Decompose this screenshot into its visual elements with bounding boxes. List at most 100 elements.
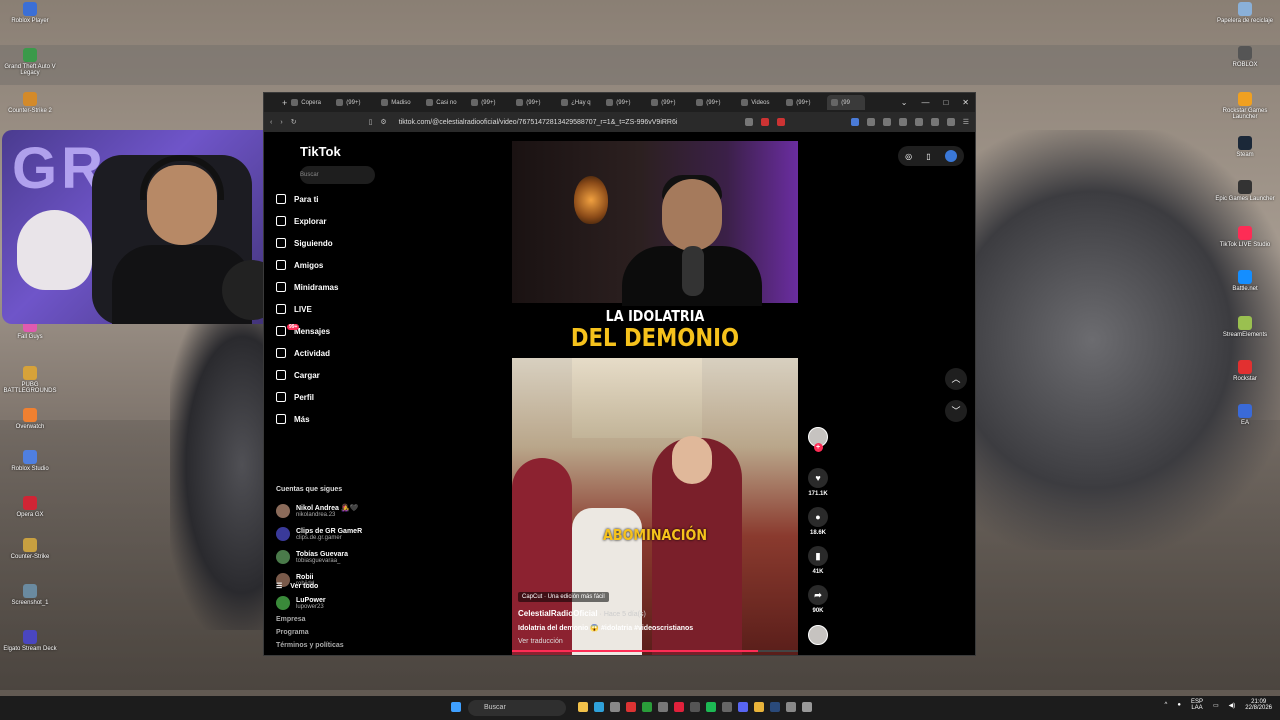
browser-tab[interactable]: Casi no bbox=[422, 95, 467, 110]
sidebar-item-more[interactable]: Más bbox=[276, 414, 310, 424]
browser-tab[interactable]: (99+) bbox=[782, 95, 827, 110]
extension-icon[interactable] bbox=[898, 118, 907, 126]
desktop-icon[interactable]: Counter-Strike bbox=[0, 538, 60, 560]
comment-button[interactable]: ● 18.6K bbox=[803, 507, 833, 536]
app-icon[interactable] bbox=[722, 702, 732, 712]
following-account[interactable]: LuPower lupower23 bbox=[276, 596, 326, 610]
chevron-up-icon[interactable]: ^ bbox=[1165, 702, 1168, 708]
share-button[interactable]: ➦ 90K bbox=[803, 585, 833, 614]
taskbar-search[interactable]: Buscar bbox=[468, 700, 566, 716]
footer-terms[interactable]: Términos y políticas bbox=[276, 642, 344, 649]
file-explorer-icon[interactable] bbox=[578, 702, 588, 712]
close-button[interactable]: ✕ bbox=[962, 98, 969, 107]
desktop-icon[interactable]: Rockstar Games Launcher bbox=[1215, 92, 1275, 120]
compass-icon[interactable]: ◎ bbox=[905, 152, 912, 161]
next-video-button[interactable]: ﹀ bbox=[945, 400, 967, 422]
browser-tab[interactable]: (99 bbox=[827, 95, 866, 110]
sidebar-item-home[interactable]: Para ti bbox=[276, 194, 318, 204]
following-account[interactable]: Clips de GR GameR clips.de.gr.gamer bbox=[276, 527, 362, 541]
sidebar-item-friends[interactable]: Amigos bbox=[276, 260, 323, 270]
browser-tab[interactable]: (99+) bbox=[332, 95, 377, 110]
sidebar-item-drama[interactable]: Minidramas bbox=[276, 282, 338, 292]
sound-avatar[interactable] bbox=[803, 625, 833, 645]
desktop-icon[interactable]: Overwatch bbox=[0, 408, 60, 430]
chrome-icon[interactable] bbox=[754, 702, 764, 712]
browser-tab[interactable]: (99+) bbox=[512, 95, 557, 110]
app-icon[interactable] bbox=[690, 702, 700, 712]
desktop-icon[interactable]: Battle.net bbox=[1215, 270, 1275, 292]
desktop-icon[interactable]: Screenshot_1 bbox=[0, 584, 60, 606]
volume-icon[interactable]: ◀) bbox=[1229, 702, 1236, 709]
translate-icon[interactable] bbox=[744, 118, 753, 126]
desktop-icon[interactable]: Roblox Player bbox=[0, 2, 60, 24]
gemini-icon[interactable] bbox=[850, 118, 859, 126]
menu-icon[interactable]: ☰ bbox=[963, 118, 969, 126]
see-all-link[interactable]: ☰ Ver todo bbox=[276, 582, 318, 591]
spotify-icon[interactable] bbox=[706, 702, 716, 712]
browser-tab[interactable]: (99+) bbox=[467, 95, 512, 110]
desktop-icon[interactable]: Roblox Studio bbox=[0, 450, 60, 472]
sidebar-item-activity[interactable]: Actividad bbox=[276, 348, 330, 358]
desktop-icon[interactable]: Epic Games Launcher bbox=[1215, 180, 1275, 202]
browser-tab[interactable]: Madiso bbox=[377, 95, 422, 110]
sidebar-icon[interactable] bbox=[914, 118, 923, 126]
footer-program[interactable]: Programa bbox=[276, 629, 309, 636]
desktop-icon[interactable]: Counter-Strike 2 bbox=[0, 92, 60, 114]
mic-icon[interactable]: ● bbox=[1177, 702, 1181, 708]
sidebar-item-profile[interactable]: Perfil bbox=[276, 392, 314, 402]
desktop-icon[interactable]: ROBLOX bbox=[1215, 46, 1275, 68]
opera-icon[interactable] bbox=[674, 702, 684, 712]
app-icon[interactable] bbox=[658, 702, 668, 712]
profile-avatar[interactable] bbox=[944, 150, 957, 162]
site-info-icon[interactable]: ⚙ bbox=[380, 118, 386, 126]
sidebar-item-following[interactable]: Siguiendo bbox=[276, 238, 333, 248]
extension-icon[interactable] bbox=[866, 118, 875, 126]
steam-icon[interactable] bbox=[770, 702, 780, 712]
new-tab-button[interactable]: + bbox=[270, 98, 287, 108]
following-account[interactable]: Nikol Andrea 👩‍🎤🖤 nikolandrea.23 bbox=[276, 504, 358, 518]
tiktok-logo[interactable]: TikTok bbox=[300, 144, 341, 159]
desktop-icon[interactable]: TikTok LIVE Studio bbox=[1215, 226, 1275, 248]
browser-tab[interactable]: ¿Hay q bbox=[557, 95, 602, 110]
maximize-button[interactable]: □ bbox=[943, 98, 948, 107]
sidebar-item-compass[interactable]: Explorar bbox=[276, 216, 326, 226]
clock[interactable]: 21:09 22/8/2026 bbox=[1245, 699, 1272, 711]
language-indicator[interactable]: ESP LAA bbox=[1191, 699, 1203, 711]
save-button[interactable]: ▮ 41K bbox=[803, 546, 833, 575]
minimize-button[interactable]: — bbox=[921, 98, 929, 107]
bookmark-icon[interactable]: ▯ bbox=[369, 118, 373, 126]
previous-video-button[interactable]: ︿ bbox=[945, 368, 967, 390]
app-icon[interactable] bbox=[626, 702, 636, 712]
xbox-icon[interactable] bbox=[642, 702, 652, 712]
desktop-icon[interactable]: Papelera de reciclaje bbox=[1215, 2, 1275, 24]
shield-icon[interactable] bbox=[946, 118, 955, 126]
extension-icon[interactable] bbox=[776, 118, 785, 126]
video-player[interactable]: LA IDOLATRIA DEL DEMONIO ABOMINACIÓN Cap… bbox=[512, 141, 798, 655]
reload-icon[interactable]: ↻ bbox=[291, 118, 297, 126]
app-icon[interactable] bbox=[610, 702, 620, 712]
video-progress-bar[interactable] bbox=[512, 650, 798, 652]
discord-icon[interactable] bbox=[738, 702, 748, 712]
network-icon[interactable]: ▭ bbox=[1213, 702, 1219, 709]
capcut-badge[interactable]: CapCut · Una edición más fácil bbox=[518, 592, 609, 602]
settings-icon[interactable] bbox=[802, 702, 812, 712]
desktop-icon[interactable]: EA bbox=[1215, 404, 1275, 426]
browser-tab[interactable]: Copera bbox=[287, 95, 332, 110]
browser-tab[interactable]: Videos bbox=[737, 95, 782, 110]
browser-tab[interactable]: (99+) bbox=[692, 95, 737, 110]
browser-tab[interactable]: (99+) bbox=[602, 95, 647, 110]
desktop-icon[interactable]: Rockstar bbox=[1215, 360, 1275, 382]
desktop-icon[interactable]: Steam bbox=[1215, 136, 1275, 158]
search-input[interactable]: Buscar bbox=[300, 166, 375, 184]
device-icon[interactable]: ▯ bbox=[926, 152, 930, 161]
app-icon[interactable] bbox=[786, 702, 796, 712]
forward-icon[interactable]: › bbox=[280, 119, 282, 126]
sidebar-item-live[interactable]: LIVE bbox=[276, 304, 312, 314]
desktop-icon[interactable]: StreamElements bbox=[1215, 316, 1275, 338]
like-button[interactable]: ♥ 171.1K bbox=[803, 468, 833, 497]
edge-icon[interactable] bbox=[594, 702, 604, 712]
sidebar-item-upload[interactable]: Cargar bbox=[276, 370, 320, 380]
desktop-icon[interactable]: Opera GX bbox=[0, 496, 60, 518]
following-account[interactable]: Tobías Guevara tobiasguevaraa_ bbox=[276, 550, 348, 564]
start-icon[interactable] bbox=[451, 702, 461, 712]
